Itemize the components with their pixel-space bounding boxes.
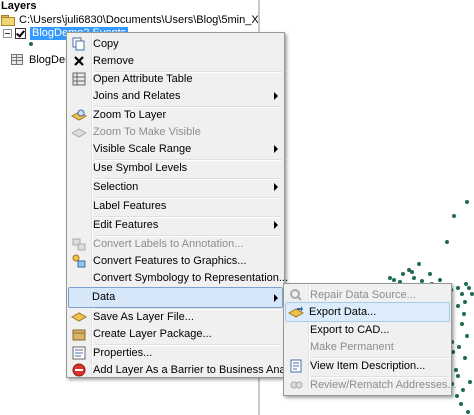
submenu-item-review-rematch: Review/Rematch Addresses...: [286, 376, 457, 393]
map-point-feature: [392, 278, 396, 282]
map-point-feature: [412, 276, 416, 280]
review-rematch-icon: [288, 377, 304, 393]
submenu-item-export-data[interactable]: Export Data...: [285, 302, 450, 322]
map-point-feature: [388, 276, 392, 280]
remove-icon: [71, 53, 87, 69]
collapse-icon[interactable]: [3, 29, 12, 38]
map-point-feature: [467, 286, 471, 290]
menu-item-copy[interactable]: Copy: [69, 35, 282, 52]
point-symbol-icon: [29, 42, 33, 46]
table-icon: [11, 54, 23, 65]
map-point-feature: [428, 272, 432, 276]
menu-item-remove[interactable]: Remove: [69, 52, 282, 69]
menu-item-convert-features-to-graphics[interactable]: Convert Features to Graphics...: [69, 252, 282, 269]
menu-item-save-as-layer-file[interactable]: Save As Layer File...: [69, 308, 282, 325]
map-point-feature: [468, 380, 472, 384]
map-point-feature: [465, 200, 469, 204]
map-point-feature: [464, 282, 468, 286]
zoom-layer-icon: [71, 107, 87, 123]
data-submenu: Repair Data Source... Export Data... Exp…: [283, 283, 457, 396]
export-data-icon: [288, 304, 304, 320]
layer-visibility-checkbox[interactable]: [15, 28, 26, 39]
submenu-arrow-icon: [274, 92, 278, 100]
submenu-arrow-icon: [274, 183, 278, 191]
toc-header: Layers: [1, 0, 37, 12]
map-point-feature: [407, 268, 411, 272]
map-point-feature: [459, 402, 463, 406]
submenu-item-view-item-description[interactable]: View Item Description...: [286, 357, 449, 374]
barrier-icon: [71, 362, 87, 378]
map-point-feature: [454, 368, 458, 372]
map-point-feature: [465, 334, 469, 338]
folder-path-row[interactable]: C:\Users\juli6830\Documents\Users\Blog\5…: [1, 13, 266, 27]
folder-icon: [1, 15, 15, 26]
map-point-feature: [438, 278, 442, 282]
menu-item-add-layer-as-barrier[interactable]: Add Layer As a Barrier to Business Analy…: [69, 361, 302, 378]
copy-icon: [71, 36, 87, 52]
map-point-feature: [457, 345, 461, 349]
item-description-icon: [288, 358, 304, 374]
table-icon: [71, 71, 87, 87]
map-point-feature: [456, 304, 460, 308]
map-point-feature: [417, 262, 421, 266]
map-point-feature: [460, 322, 464, 326]
map-point-feature: [463, 356, 467, 360]
menu-item-selection[interactable]: Selection: [69, 178, 282, 195]
submenu-item-repair-data-source: Repair Data Source...: [286, 286, 449, 303]
map-point-feature: [461, 388, 465, 392]
menu-item-open-attribute-table[interactable]: Open Attribute Table: [69, 70, 282, 87]
convert-graphics-icon: [71, 253, 87, 269]
properties-icon: [71, 345, 87, 361]
submenu-arrow-icon: [274, 145, 278, 153]
menu-item-zoom-to-layer[interactable]: Zoom To Layer: [69, 106, 282, 123]
map-point-feature: [456, 286, 460, 290]
zoom-visible-icon: [71, 124, 87, 140]
menu-item-convert-labels: Convert Labels to Annotation...: [69, 235, 282, 252]
map-point-feature: [455, 394, 459, 398]
layer-package-icon: [71, 326, 87, 342]
menu-item-properties[interactable]: Properties...: [69, 344, 282, 361]
map-point-feature: [401, 272, 405, 276]
menu-item-create-layer-package[interactable]: Create Layer Package...: [69, 325, 282, 342]
map-point-feature: [466, 410, 470, 414]
layer-context-menu: Copy Remove Open Attribute Table Joins a…: [66, 32, 302, 378]
submenu-item-make-permanent: Make Permanent: [310, 341, 394, 353]
submenu-arrow-icon: [274, 294, 278, 302]
map-point-feature: [462, 312, 466, 316]
menu-item-joins-and-relates[interactable]: Joins and Relates: [69, 87, 282, 104]
menu-item-label-features[interactable]: Label Features: [69, 197, 282, 214]
map-point-feature: [463, 300, 467, 304]
map-point-feature: [445, 240, 449, 244]
menu-item-data[interactable]: Data: [68, 287, 283, 308]
layer-file-icon: [71, 309, 87, 325]
menu-item-zoom-to-make-visible: Zoom To Make Visible: [69, 123, 282, 140]
menu-item-use-symbol-levels[interactable]: Use Symbol Levels: [69, 159, 282, 176]
map-point-feature: [470, 292, 474, 296]
repair-data-icon: [288, 287, 304, 303]
menu-item-convert-symbology[interactable]: Convert Symbology to Representation...: [69, 269, 288, 286]
folder-path-label: C:\Users\juli6830\Documents\Users\Blog\5…: [19, 14, 266, 26]
submenu-arrow-icon: [274, 221, 278, 229]
map-point-feature: [460, 292, 464, 296]
convert-labels-icon: [71, 236, 87, 252]
map-point-feature: [452, 214, 456, 218]
submenu-item-export-to-cad[interactable]: Export to CAD...: [286, 321, 449, 338]
menu-item-edit-features[interactable]: Edit Features: [69, 216, 282, 233]
menu-item-visible-scale-range[interactable]: Visible Scale Range: [69, 140, 282, 157]
